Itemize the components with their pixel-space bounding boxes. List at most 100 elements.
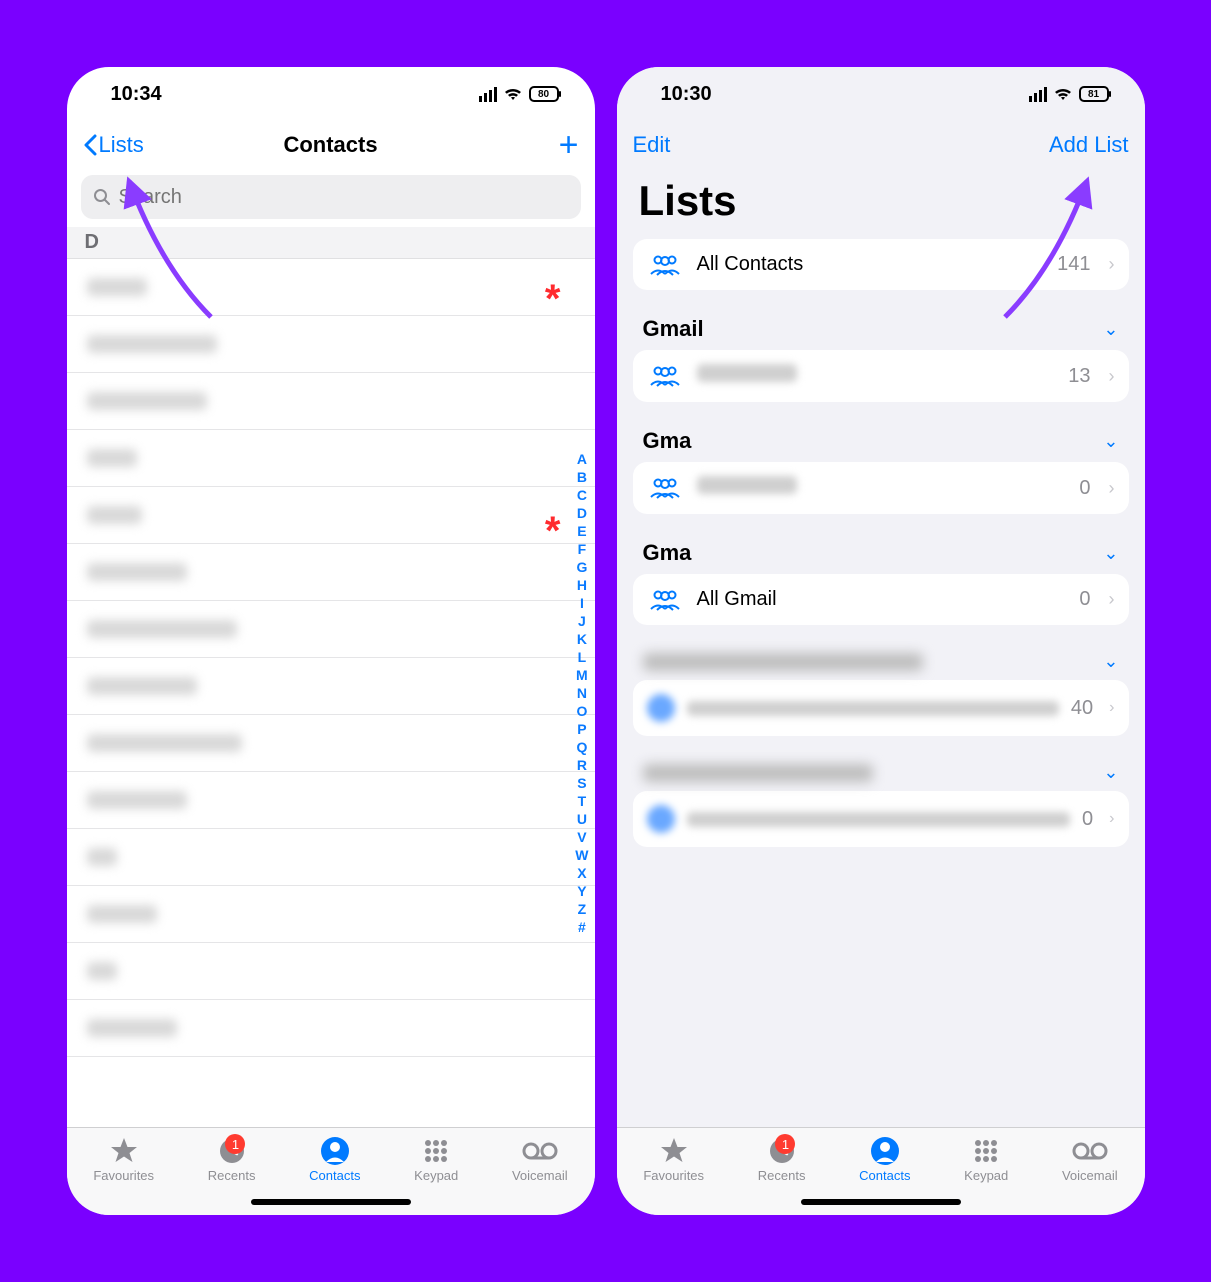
contact-row[interactable] [67,487,595,544]
tab-bar: Favourites Recents 1 Contacts Keypad Voi… [617,1127,1145,1215]
contact-row[interactable] [67,373,595,430]
add-list-label: Add List [1049,132,1129,157]
index-letter[interactable]: X [575,864,588,882]
index-letter[interactable]: Z [575,900,588,918]
list-row[interactable]: 13 › [633,350,1129,402]
tab-keypad[interactable]: Keypad [414,1136,458,1183]
index-letter[interactable]: Y [575,882,588,900]
index-letter[interactable]: S [575,774,588,792]
all-contacts-row[interactable]: All Contacts 141 › [633,239,1129,290]
list-row[interactable]: 0 › [633,791,1129,847]
index-letter[interactable]: J [575,612,588,630]
contact-row[interactable] [67,259,595,316]
wifi-icon [1053,86,1073,102]
star-icon [109,1136,139,1166]
list-row[interactable]: All Gmail 0 › [633,574,1129,625]
index-letter[interactable]: W [575,846,588,864]
chevron-down-icon: ⌄ [1103,431,1118,452]
home-indicator[interactable] [801,1199,961,1205]
section-title: Gma [643,540,692,566]
row-count: 141 [1057,253,1090,276]
status-indicators: 80 [479,86,559,102]
index-letter[interactable]: H [575,576,588,594]
tab-recents[interactable]: Recents 1 [758,1136,806,1183]
index-letter[interactable]: O [575,702,588,720]
contact-row[interactable] [67,544,595,601]
index-letter[interactable]: U [575,810,588,828]
index-letter[interactable]: F [575,540,588,558]
list-section-header[interactable]: Gma ⌄ [633,418,1129,462]
index-letter[interactable]: Q [575,738,588,756]
contact-row[interactable] [67,772,595,829]
index-letter[interactable]: G [575,558,588,576]
tab-contacts[interactable]: Contacts [309,1136,360,1183]
lists-scroll[interactable]: All Contacts 141 › Gmail ⌄ 13 › Gma ⌄ [617,239,1145,1127]
chevron-right-icon: › [1109,699,1114,717]
chevron-right-icon: › [1109,478,1115,499]
contact-row[interactable] [67,829,595,886]
section-title: Gmail [643,316,704,342]
index-letter[interactable]: T [575,792,588,810]
list-row[interactable]: 0 › [633,462,1129,514]
contact-row[interactable] [67,316,595,373]
star-icon [659,1136,689,1166]
index-letter[interactable]: A [575,450,588,468]
index-letter[interactable]: R [575,756,588,774]
section-title-blurred [643,653,923,671]
people-icon [647,365,683,387]
add-list-button[interactable]: Add List [1049,132,1129,158]
search-input[interactable] [119,186,569,209]
row-count: 0 [1082,808,1093,831]
index-letter[interactable]: B [575,468,588,486]
list-row[interactable]: 40 › [633,680,1129,736]
row-label-blurred [687,701,1059,716]
voicemail-icon [522,1136,558,1166]
status-bar: 10:34 80 [67,67,595,121]
list-section-header[interactable]: ⌄ [633,752,1129,791]
tab-label: Recents [208,1168,256,1183]
add-contact-button[interactable]: + [559,126,579,165]
chevron-right-icon: › [1109,810,1114,828]
index-letter[interactable]: P [575,720,588,738]
status-bar: 10:30 81 [617,67,1145,121]
list-section-header[interactable]: Gma ⌄ [633,530,1129,574]
tab-label: Voicemail [1062,1168,1118,1183]
tab-voicemail[interactable]: Voicemail [512,1136,568,1183]
tab-recents[interactable]: Recents 1 [208,1136,256,1183]
contacts-list[interactable]: ABCDEFGHIJKLMNOPQRSTUVWXYZ# * * [67,259,595,1127]
index-letter[interactable]: N [575,684,588,702]
index-letter[interactable]: M [575,666,588,684]
search-field[interactable] [81,175,581,219]
list-section-header[interactable]: ⌄ [633,641,1129,680]
contact-row[interactable] [67,943,595,1000]
tab-favourites[interactable]: Favourites [643,1136,704,1183]
contact-row[interactable] [67,886,595,943]
people-icon [647,254,683,276]
tab-label: Keypad [414,1168,458,1183]
contact-row[interactable] [67,715,595,772]
alphabet-index[interactable]: ABCDEFGHIJKLMNOPQRSTUVWXYZ# [573,259,590,1127]
tab-favourites[interactable]: Favourites [93,1136,154,1183]
tab-keypad[interactable]: Keypad [964,1136,1008,1183]
status-time: 10:30 [661,83,712,106]
index-letter[interactable]: D [575,504,588,522]
contact-row[interactable] [67,1000,595,1057]
home-indicator[interactable] [251,1199,411,1205]
index-letter[interactable]: I [575,594,588,612]
contact-row[interactable] [67,430,595,487]
index-letter[interactable]: # [575,918,588,936]
index-letter[interactable]: C [575,486,588,504]
index-letter[interactable]: K [575,630,588,648]
contact-row[interactable] [67,601,595,658]
index-letter[interactable]: L [575,648,588,666]
edit-button[interactable]: Edit [633,132,671,158]
plus-icon: + [559,126,579,164]
back-button[interactable]: Lists [83,132,144,158]
chevron-right-icon: › [1109,254,1115,275]
tab-voicemail[interactable]: Voicemail [1062,1136,1118,1183]
list-section-header[interactable]: Gmail ⌄ [633,306,1129,350]
tab-contacts[interactable]: Contacts [859,1136,910,1183]
index-letter[interactable]: E [575,522,588,540]
index-letter[interactable]: V [575,828,588,846]
contact-row[interactable] [67,658,595,715]
